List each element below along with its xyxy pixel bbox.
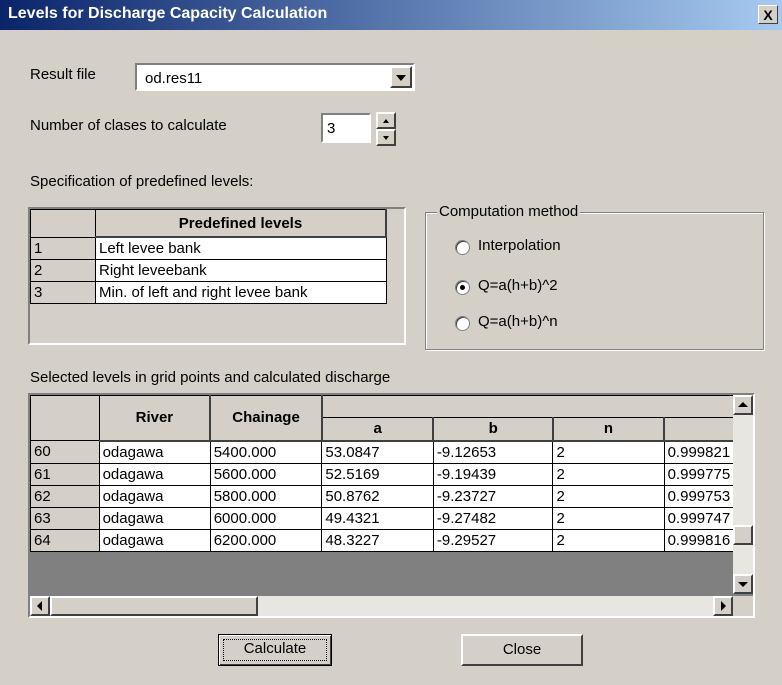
radio-interpolation[interactable] [455, 240, 470, 255]
radio-quadratic-label[interactable]: Q=a(h+b)^2 [478, 277, 558, 294]
n-cell[interactable]: 2 [552, 484, 665, 508]
scroll-down-button[interactable] [733, 574, 753, 594]
river-cell[interactable]: odagawa [98, 506, 211, 530]
combo-dropdown-button[interactable] [390, 66, 412, 88]
spin-up-button[interactable] [376, 112, 396, 129]
chainage-cell[interactable]: 5400.000 [209, 440, 323, 464]
scroll-right-button[interactable] [713, 596, 733, 616]
row-number: 2 [30, 259, 96, 282]
n-cell[interactable]: 2 [552, 506, 665, 530]
chainage-cell[interactable]: 5800.000 [209, 484, 323, 508]
chevron-down-icon [396, 75, 406, 81]
chainage-cell[interactable]: 5600.000 [209, 462, 323, 486]
group-header [321, 395, 753, 419]
result-file-label: Result file [30, 66, 96, 83]
radio-power-n[interactable] [455, 316, 470, 331]
arrow-down-icon [738, 582, 748, 587]
vertical-scroll-thumb[interactable] [733, 525, 753, 545]
window-title: Levels for Discharge Capacity Calculatio… [8, 5, 328, 22]
river-cell[interactable]: odagawa [98, 528, 211, 552]
computation-method-group [425, 212, 764, 350]
num-classes-value: 3 [327, 120, 336, 137]
b-header: b [432, 417, 554, 442]
chainage-header: Chainage [209, 395, 323, 442]
vertical-scrollbar[interactable] [733, 395, 753, 594]
scroll-left-button[interactable] [30, 596, 50, 616]
predefined-level-cell[interactable]: Left levee bank [95, 236, 387, 260]
grid-corner [30, 209, 96, 238]
arrow-left-icon [37, 601, 42, 611]
result-file-value: od.res11 [145, 70, 203, 87]
table-row[interactable]: 63 odagawa 6000.000 49.4321 -9.27482 2 0… [30, 506, 753, 530]
results-section-label: Selected levels in grid points and calcu… [30, 369, 391, 386]
n-cell[interactable]: 2 [552, 462, 665, 486]
predefined-section-label: Specification of predefined levels: [30, 173, 254, 190]
n-cell[interactable]: 2 [552, 528, 665, 552]
row-number: 64 [30, 528, 100, 552]
horizontal-scroll-thumb[interactable] [50, 596, 258, 616]
predefined-level-cell[interactable]: Right leveebank [95, 259, 387, 282]
num-classes-input[interactable]: 3 [321, 113, 371, 143]
river-header: River [98, 395, 212, 442]
row-number: 3 [30, 281, 96, 304]
b-cell[interactable]: -9.12653 [432, 440, 554, 464]
predefined-header: Predefined levels [95, 209, 387, 238]
a-header: a [321, 417, 435, 442]
river-cell[interactable]: odagawa [98, 462, 211, 486]
close-button[interactable]: Close [461, 634, 583, 666]
b-cell[interactable]: -9.23727 [432, 484, 554, 508]
arrow-down-icon [383, 136, 389, 140]
radio-selected-dot [460, 285, 465, 290]
river-cell[interactable]: odagawa [98, 484, 211, 508]
n-cell[interactable]: 2 [552, 440, 665, 464]
a-cell[interactable]: 48.3227 [321, 528, 434, 552]
chainage-cell[interactable]: 6200.000 [209, 528, 323, 552]
computation-method-title: Computation method [437, 203, 581, 220]
calculate-button[interactable]: Calculate [218, 634, 332, 666]
a-cell[interactable]: 49.4321 [321, 506, 434, 530]
table-row[interactable]: 61 odagawa 5600.000 52.5169 -9.19439 2 0… [30, 462, 753, 486]
scroll-corner [733, 596, 753, 616]
arrow-right-icon [721, 601, 726, 611]
chainage-cell[interactable]: 6000.000 [209, 506, 323, 530]
row-number: 1 [30, 236, 96, 260]
b-cell[interactable]: -9.27482 [432, 506, 554, 530]
spin-down-button[interactable] [376, 129, 396, 146]
row-number: 61 [30, 462, 100, 486]
n-header: n [552, 417, 666, 442]
b-cell[interactable]: -9.29527 [432, 528, 554, 552]
arrow-up-icon [383, 119, 389, 123]
table-row[interactable]: 2 Right leveebank [30, 259, 387, 282]
a-cell[interactable]: 53.0847 [321, 440, 434, 464]
result-file-combo[interactable]: od.res11 [135, 63, 415, 91]
radio-quadratic[interactable] [455, 280, 470, 295]
river-cell[interactable]: odagawa [98, 440, 211, 464]
predefined-level-cell[interactable]: Min. of left and right levee bank [95, 281, 387, 304]
row-number: 62 [30, 484, 100, 508]
predefined-levels-grid[interactable]: Predefined levels 1 Left levee bank 2 Ri… [28, 207, 406, 345]
row-number: 63 [30, 506, 100, 530]
scroll-up-button[interactable] [733, 395, 753, 415]
a-cell[interactable]: 50.8762 [321, 484, 434, 508]
a-cell[interactable]: 52.5169 [321, 462, 434, 486]
title-bar: Levels for Discharge Capacity Calculatio… [0, 0, 782, 30]
arrow-up-icon [738, 402, 748, 407]
b-cell[interactable]: -9.19439 [432, 462, 554, 486]
row-number: 60 [30, 440, 100, 464]
close-window-button[interactable]: X [758, 5, 778, 24]
num-classes-label: Number of clases to calculate [30, 117, 227, 134]
table-row[interactable]: 64 odagawa 6200.000 48.3227 -9.29527 2 0… [30, 528, 753, 552]
table-row[interactable]: 60 odagawa 5400.000 53.0847 -9.12653 2 0… [30, 440, 753, 464]
table-row[interactable]: 62 odagawa 5800.000 50.8762 -9.23727 2 0… [30, 484, 753, 508]
table-row[interactable]: 1 Left levee bank [30, 236, 387, 260]
grid-corner [30, 395, 100, 441]
radio-power-n-label[interactable]: Q=a(h+b)^n [478, 313, 558, 330]
table-row[interactable]: 3 Min. of left and right levee bank [30, 281, 387, 304]
results-grid[interactable]: River Chainage a b n r 60 odagawa 5400.0… [28, 393, 755, 618]
radio-interpolation-label[interactable]: Interpolation [478, 237, 561, 254]
horizontal-scrollbar[interactable] [30, 596, 733, 616]
